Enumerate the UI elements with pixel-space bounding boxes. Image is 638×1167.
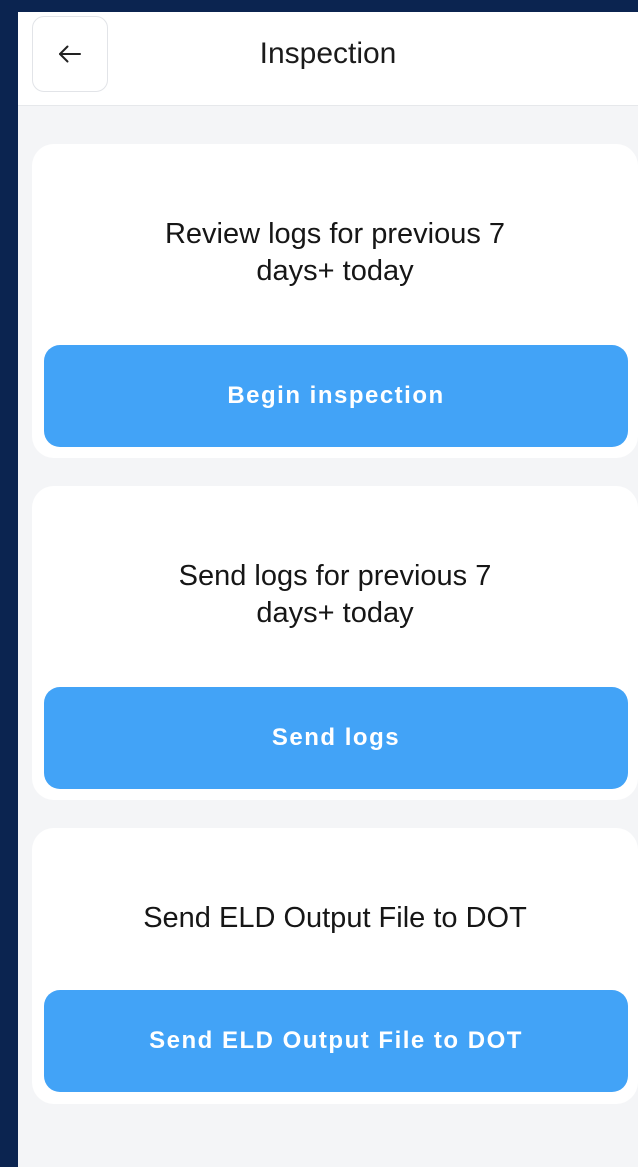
back-button[interactable] [32, 16, 108, 92]
send-eld-output-file-button[interactable]: Send ELD Output File to DOT [44, 990, 628, 1092]
review-logs-description: Review logs for previous 7 days+ today [164, 218, 506, 287]
send-logs-card: Send logs for previous 7 days+ today Sen… [32, 486, 638, 800]
begin-inspection-button[interactable]: Begin inspection [44, 345, 628, 447]
review-logs-card: Review logs for previous 7 days+ today B… [32, 144, 638, 458]
send-eld-file-card: Send ELD Output File to DOT Send ELD Out… [32, 828, 638, 1104]
page-title: Inspection [259, 37, 397, 70]
send-logs-description: Send logs for previous 7 days+ today [178, 560, 492, 629]
inspection-screen: Inspection Review logs for previous 7 da… [18, 12, 638, 1167]
app-header: Inspection [18, 12, 638, 106]
arrow-left-icon [59, 45, 81, 63]
send-eld-file-description: Send ELD Output File to DOT [143, 902, 527, 934]
send-logs-button[interactable]: Send logs [44, 687, 628, 789]
